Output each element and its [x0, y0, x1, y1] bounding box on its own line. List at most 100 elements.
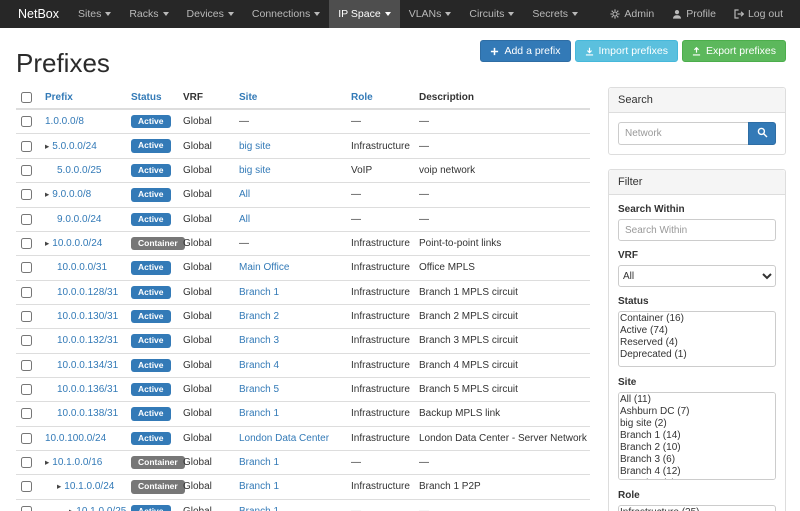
description-cell: Branch 5 MPLS circuit	[414, 377, 590, 401]
sort-link[interactable]: Prefix	[45, 92, 73, 103]
prefix-link[interactable]: 10.0.0.136/31	[57, 384, 118, 395]
site-cell: Branch 1	[234, 499, 346, 511]
prefix-link[interactable]: 10.0.0.0/31	[57, 262, 107, 273]
row-checkbox[interactable]	[21, 433, 32, 444]
site-link[interactable]: All	[239, 189, 250, 200]
row-checkbox[interactable]	[21, 238, 32, 249]
row-checkbox[interactable]	[21, 384, 32, 395]
nav-item-sites[interactable]: Sites	[69, 0, 120, 28]
role-multiselect[interactable]: Infrastructure (25)Management (8)Private…	[618, 505, 776, 511]
search-input[interactable]	[618, 122, 748, 145]
nav-item-ip-space[interactable]: IP Space	[329, 0, 399, 28]
row-checkbox[interactable]	[21, 506, 32, 511]
column-header-vrf: VRF	[178, 87, 234, 109]
prefix-link[interactable]: 10.1.0.0/25	[76, 506, 126, 511]
prefix-link[interactable]: 5.0.0.0/24	[52, 141, 96, 152]
nav-item-vlans[interactable]: VLANs	[400, 0, 461, 28]
vrf-cell: Global	[178, 231, 234, 255]
status-badge: Active	[131, 139, 171, 152]
row-checkbox[interactable]	[21, 287, 32, 298]
column-header-prefix[interactable]: Prefix	[40, 87, 126, 109]
row-checkbox[interactable]	[21, 165, 32, 176]
vrf-cell: Global	[178, 256, 234, 280]
import-prefixes-button[interactable]: Import prefixes	[575, 40, 678, 62]
prefix-cell: 5.0.0.0/25	[45, 165, 101, 176]
prefix-cell: ▸10.1.0.0/16	[45, 457, 102, 468]
site-cell: Branch 1	[234, 280, 346, 304]
column-header-status[interactable]: Status	[126, 87, 178, 109]
nav-item-devices[interactable]: Devices	[178, 0, 243, 28]
column-header-role[interactable]: Role	[346, 87, 414, 109]
search-button[interactable]	[748, 122, 776, 145]
logout-icon	[734, 9, 744, 19]
description-cell: Branch 1 P2P	[414, 475, 590, 499]
search-within-input[interactable]	[618, 219, 776, 241]
prefix-link[interactable]: 10.0.0.128/31	[57, 287, 118, 298]
prefix-link[interactable]: 9.0.0.0/24	[57, 214, 101, 225]
site-link[interactable]: Branch 1	[239, 506, 279, 511]
row-checkbox[interactable]	[21, 481, 32, 492]
row-checkbox[interactable]	[21, 311, 32, 322]
site-link[interactable]: Branch 4	[239, 360, 279, 371]
sort-link[interactable]: Role	[351, 92, 373, 103]
prefix-link[interactable]: 10.0.0.134/31	[57, 360, 118, 371]
description-cell: London Data Center - Server Network	[414, 426, 590, 450]
site-link[interactable]: big site	[239, 141, 271, 152]
site-cell: Branch 1	[234, 475, 346, 499]
nav-item-profile[interactable]: Profile	[663, 0, 725, 28]
row-checkbox[interactable]	[21, 335, 32, 346]
row-checkbox[interactable]	[21, 457, 32, 468]
prefix-link[interactable]: 10.0.0.132/31	[57, 335, 118, 346]
prefix-link[interactable]: 5.0.0.0/25	[57, 165, 101, 176]
site-link[interactable]: Branch 5	[239, 384, 279, 395]
site-link[interactable]: London Data Center	[239, 433, 329, 444]
column-header-site[interactable]: Site	[234, 87, 346, 109]
site-link[interactable]: Branch 1	[239, 481, 279, 492]
row-checkbox[interactable]	[21, 214, 32, 225]
nav-item-racks[interactable]: Racks	[120, 0, 177, 28]
prefix-link[interactable]: 10.1.0.0/16	[52, 457, 102, 468]
brand-logo[interactable]: NetBox	[8, 0, 69, 28]
status-multiselect[interactable]: Container (16)Active (74)Reserved (4)Dep…	[618, 311, 776, 367]
nav-item-secrets[interactable]: Secrets	[523, 0, 587, 28]
role-cell: Infrastructure	[346, 304, 414, 328]
site-cell: Main Office	[234, 256, 346, 280]
prefix-link[interactable]: 1.0.0.0/8	[45, 116, 84, 127]
export-icon	[692, 47, 701, 56]
site-link[interactable]: Branch 1	[239, 287, 279, 298]
table-header-row: PrefixStatusVRFSiteRoleDescription	[16, 87, 590, 109]
select-all-checkbox[interactable]	[21, 92, 32, 103]
site-link[interactable]: Branch 3	[239, 335, 279, 346]
prefix-link[interactable]: 10.0.0.0/24	[52, 238, 102, 249]
site-link[interactable]: Branch 2	[239, 311, 279, 322]
prefix-link[interactable]: 10.0.100.0/24	[45, 433, 106, 444]
site-link[interactable]: big site	[239, 165, 271, 176]
prefix-link[interactable]: 10.0.0.138/31	[57, 408, 118, 419]
chevron-down-icon	[105, 12, 111, 16]
prefix-table: PrefixStatusVRFSiteRoleDescription 1.0.0…	[16, 87, 590, 511]
row-checkbox[interactable]	[21, 116, 32, 127]
nav-item-connections[interactable]: Connections	[243, 0, 329, 28]
nav-item-admin[interactable]: Admin	[601, 0, 663, 28]
add-prefix-button[interactable]: Add a prefix	[480, 40, 570, 62]
row-checkbox[interactable]	[21, 262, 32, 273]
nav-item-logout[interactable]: Log out	[725, 0, 792, 28]
nav-item-circuits[interactable]: Circuits	[460, 0, 523, 28]
vrf-cell: Global	[178, 377, 234, 401]
site-link[interactable]: Branch 1	[239, 408, 279, 419]
prefix-link[interactable]: 9.0.0.0/8	[52, 189, 91, 200]
site-link[interactable]: Main Office	[239, 262, 289, 273]
site-multiselect[interactable]: All (11)Ashburn DC (7)big site (2)Branch…	[618, 392, 776, 480]
row-checkbox[interactable]	[21, 189, 32, 200]
export-prefixes-button[interactable]: Export prefixes	[682, 40, 786, 62]
site-link[interactable]: Branch 1	[239, 457, 279, 468]
row-checkbox[interactable]	[21, 408, 32, 419]
sort-link[interactable]: Site	[239, 92, 257, 103]
row-checkbox[interactable]	[21, 141, 32, 152]
vrf-select[interactable]: All	[618, 265, 776, 287]
sort-link[interactable]: Status	[131, 92, 162, 103]
prefix-link[interactable]: 10.0.0.130/31	[57, 311, 118, 322]
prefix-link[interactable]: 10.1.0.0/24	[64, 481, 114, 492]
site-link[interactable]: All	[239, 214, 250, 225]
row-checkbox[interactable]	[21, 360, 32, 371]
